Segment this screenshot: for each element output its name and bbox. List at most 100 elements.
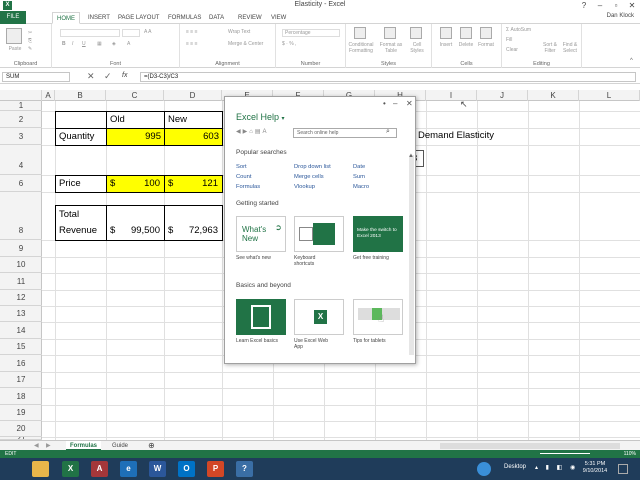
help-options-icon[interactable]: • bbox=[383, 99, 386, 108]
cell-b8[interactable]: Total Revenue bbox=[55, 205, 107, 241]
excel-web-app-tile[interactable]: X bbox=[294, 299, 344, 335]
file-explorer-icon[interactable] bbox=[32, 461, 49, 477]
formula-input[interactable]: =(D3-C3)/C3 bbox=[140, 72, 636, 82]
word-taskbar-icon[interactable]: W bbox=[149, 461, 166, 477]
row-header-19[interactable]: 19 bbox=[0, 405, 42, 421]
delete-cells-button[interactable]: Delete bbox=[456, 42, 476, 48]
user-name[interactable]: Dan Klock bbox=[607, 13, 634, 19]
zoom-slider[interactable] bbox=[540, 453, 590, 454]
cell-styles-button[interactable]: Cell Styles bbox=[406, 42, 428, 54]
cell-d3[interactable]: 603 bbox=[164, 128, 223, 146]
row-header-8[interactable]: 8 bbox=[0, 192, 42, 240]
popular-link-vlookup[interactable]: Vlookup bbox=[294, 184, 315, 190]
powerpoint-taskbar-icon[interactable]: P bbox=[207, 461, 224, 477]
notification-icon[interactable] bbox=[618, 464, 628, 474]
insert-function-button[interactable]: fx bbox=[122, 72, 127, 79]
column-header-i[interactable]: I bbox=[426, 90, 477, 101]
align-left-icon[interactable]: ≡ ≡ ≡ bbox=[186, 41, 198, 47]
row-header-17[interactable]: 17 bbox=[0, 372, 42, 388]
row-header-6[interactable]: 6 bbox=[0, 175, 42, 192]
cell-c3[interactable]: 995 bbox=[106, 128, 165, 146]
column-header-j[interactable]: J bbox=[477, 90, 528, 101]
popular-link-merge-cells[interactable]: Merge cells bbox=[294, 174, 324, 180]
cancel-icon[interactable]: ✕ bbox=[87, 71, 95, 82]
tab-formulas[interactable]: FORMULAS bbox=[164, 12, 205, 24]
learn-excel-basics-caption[interactable]: Learn Excel basics bbox=[236, 338, 292, 344]
print-icon[interactable]: ▤ bbox=[255, 129, 263, 135]
use-excel-web-app-caption[interactable]: Use Excel Web App bbox=[294, 338, 338, 350]
copy-icon[interactable]: ⎘ bbox=[28, 38, 32, 44]
row-header-2[interactable]: 2 bbox=[0, 111, 42, 128]
sort-filter-button[interactable]: Sort & Filter bbox=[540, 42, 560, 54]
currency-icon[interactable]: $ · % , bbox=[282, 41, 296, 47]
bold-icon[interactable]: B bbox=[62, 41, 66, 47]
keyboard-shortcuts-caption[interactable]: Keyboard shortcuts bbox=[294, 255, 334, 267]
row-header-4[interactable]: 4 bbox=[0, 145, 42, 175]
cut-icon[interactable]: ✂ bbox=[28, 30, 32, 36]
internet-explorer-icon[interactable]: e bbox=[120, 461, 137, 477]
delete-cells-icon[interactable] bbox=[460, 27, 472, 39]
popular-link-formulas[interactable]: Formulas bbox=[236, 184, 260, 190]
minimize-icon[interactable]: – bbox=[592, 0, 608, 11]
help-minimize-icon[interactable]: – bbox=[393, 99, 397, 108]
format-cells-icon[interactable] bbox=[480, 27, 492, 39]
paste-icon[interactable] bbox=[6, 28, 22, 44]
row-header-18[interactable]: 18 bbox=[0, 388, 42, 405]
search-icon[interactable]: ⌕ bbox=[386, 128, 390, 136]
tab-home[interactable]: HOME bbox=[52, 12, 80, 24]
align-top-icon[interactable]: ≡ ≡ ≡ bbox=[186, 29, 198, 35]
column-header-c[interactable]: C bbox=[106, 90, 164, 101]
name-box[interactable]: SUM bbox=[2, 72, 70, 82]
column-header-d[interactable]: D bbox=[164, 90, 222, 101]
learn-excel-basics-tile[interactable] bbox=[236, 299, 286, 335]
network-icon[interactable] bbox=[477, 462, 491, 476]
merge-center-button[interactable]: Merge & Center bbox=[228, 41, 263, 47]
excel-taskbar-icon[interactable]: X bbox=[62, 461, 79, 477]
row-header-1[interactable]: 1 bbox=[0, 101, 42, 111]
cell-d8[interactable]: $ 72,963 bbox=[164, 205, 223, 241]
column-header-k[interactable]: K bbox=[528, 90, 579, 101]
help-search-input[interactable]: Search online help bbox=[293, 128, 397, 138]
find-select-button[interactable]: Find & Select bbox=[560, 42, 580, 54]
tab-data[interactable]: DATA bbox=[205, 12, 228, 24]
popular-link-drop-down-list[interactable]: Drop down list bbox=[294, 164, 331, 170]
row-header-16[interactable]: 16 bbox=[0, 355, 42, 372]
zoom-level[interactable]: 110% bbox=[624, 450, 636, 458]
autosum-button[interactable]: Σ AutoSum bbox=[506, 27, 531, 33]
desktop-toolbar[interactable]: Desktop bbox=[504, 464, 526, 470]
back-icon[interactable]: ◀ bbox=[236, 129, 243, 135]
horizontal-scrollbar[interactable] bbox=[440, 443, 620, 449]
underline-icon[interactable]: U bbox=[82, 41, 86, 47]
font-size-select[interactable] bbox=[122, 29, 140, 37]
keyboard-shortcuts-tile[interactable] bbox=[294, 216, 344, 252]
tips-for-tablets-caption[interactable]: Tips for tablets bbox=[353, 338, 403, 344]
help-question-icon[interactable]: ? bbox=[576, 0, 592, 11]
font-size-icon[interactable]: A bbox=[263, 129, 269, 135]
fill-button[interactable]: Fill bbox=[506, 37, 512, 43]
access-taskbar-icon[interactable]: A bbox=[91, 461, 108, 477]
column-header-l[interactable]: L bbox=[579, 90, 640, 101]
get-free-training-caption[interactable]: Get free training bbox=[353, 255, 403, 261]
tips-for-tablets-tile[interactable]: ☝ bbox=[353, 299, 403, 335]
cell-d2[interactable]: New bbox=[164, 111, 223, 129]
scroll-up-icon[interactable]: ▲ bbox=[408, 153, 414, 159]
close-icon[interactable]: ✕ bbox=[624, 0, 640, 11]
font-name-select[interactable] bbox=[60, 29, 120, 37]
enter-check-icon[interactable]: ✓ bbox=[104, 71, 112, 82]
select-all-corner[interactable] bbox=[0, 90, 42, 101]
format-as-table-icon[interactable] bbox=[384, 27, 396, 39]
clock[interactable]: 5:31 PM 9/10/2014 bbox=[580, 461, 610, 475]
cell-c8[interactable]: $ 99,500 bbox=[106, 205, 165, 241]
popular-link-date[interactable]: Date bbox=[353, 164, 365, 170]
conditional-formatting-icon[interactable] bbox=[354, 27, 366, 39]
make-the-switch-tile[interactable]: Make the switch to Excel 2013 bbox=[353, 216, 403, 252]
tab-view[interactable]: VIEW bbox=[267, 12, 290, 24]
cell-c2[interactable]: Old bbox=[106, 111, 165, 129]
popular-link-macro[interactable]: Macro bbox=[353, 184, 369, 190]
format-cells-button[interactable]: Format bbox=[476, 42, 496, 48]
paste-button[interactable]: Paste bbox=[2, 46, 28, 52]
insert-cells-icon[interactable] bbox=[440, 27, 452, 39]
tab-file[interactable]: FILE bbox=[0, 11, 26, 24]
fill-color-icon[interactable]: ◈ bbox=[112, 41, 116, 47]
outlook-taskbar-icon[interactable]: O bbox=[178, 461, 195, 477]
